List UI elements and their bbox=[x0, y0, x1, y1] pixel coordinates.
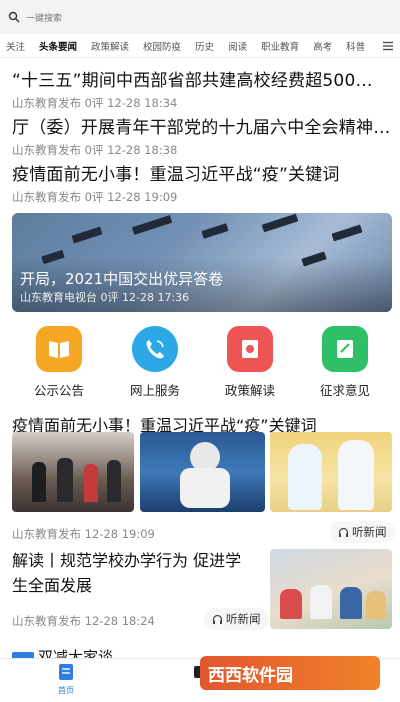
document-icon bbox=[227, 326, 273, 372]
search-bar[interactable]: 一键搜索 bbox=[0, 0, 400, 34]
feature-meta: 山东教育发布 12-28 19:09 bbox=[12, 527, 155, 541]
book-icon bbox=[36, 326, 82, 372]
tab-history[interactable]: 历史 bbox=[195, 39, 214, 53]
menu-icon[interactable] bbox=[382, 40, 394, 52]
feature-thumbnail[interactable] bbox=[12, 432, 134, 512]
news-item[interactable]: 疫情面前无小事！重温习近平战“疫”关键词 山东教育发布 0评 12-28 19:… bbox=[12, 160, 392, 205]
tab-follow[interactable]: 关注 bbox=[6, 39, 25, 53]
nav-home[interactable]: 首页 bbox=[53, 663, 79, 696]
graduation-cap-shape bbox=[71, 226, 103, 244]
graduation-cap-shape bbox=[201, 223, 229, 239]
nav-home-label: 首页 bbox=[58, 686, 74, 695]
tab-policy[interactable]: 政策解读 bbox=[91, 39, 129, 53]
search-icon bbox=[8, 11, 20, 23]
headphones-icon bbox=[212, 614, 223, 624]
search-input[interactable]: 一键搜索 bbox=[26, 11, 62, 24]
news-title: 厅（委）开展青年干部党的十九届六中全会精神… bbox=[12, 118, 391, 138]
news-item[interactable]: “十三五”期间中西部省部共建高校经费超500… 山东教育发布 0评 12-28 … bbox=[12, 66, 392, 111]
news-meta: 山东教育发布 0评 12-28 18:38 bbox=[12, 143, 178, 157]
feature-thumbnail[interactable] bbox=[270, 432, 392, 512]
category-tabs: 关注 头条要闻 政策解读 校园防疫 历史 阅读 职业教育 高考 科普 bbox=[0, 34, 400, 58]
tab-gaokao[interactable]: 高考 bbox=[313, 39, 332, 53]
featured-banner[interactable]: 开局，2021中国交出优异答卷 山东教育电视台 0评 12-28 17:36 bbox=[12, 213, 392, 312]
headphones-icon bbox=[338, 527, 349, 537]
quick-link-label: 公示公告 bbox=[33, 383, 84, 398]
listen-news-button[interactable]: 听新闻 bbox=[330, 521, 395, 543]
listen-label: 听新闻 bbox=[226, 612, 261, 626]
quick-link-label: 征求意见 bbox=[319, 383, 370, 398]
graduation-cap-shape bbox=[331, 224, 363, 242]
news-title: 疫情面前无小事！重温习近平战“疫”关键词 bbox=[12, 165, 340, 185]
tab-campus-epidemic[interactable]: 校园防疫 bbox=[143, 39, 181, 53]
phone-icon bbox=[132, 326, 178, 372]
site-watermark: 西西软件园 bbox=[200, 656, 380, 690]
banner-title: 开局，2021中国交出优异答卷 bbox=[20, 270, 224, 288]
quick-link-label: 政策解读 bbox=[224, 383, 275, 398]
quick-link-feedback[interactable]: 征求意见 bbox=[300, 326, 390, 399]
tab-headlines[interactable]: 头条要闻 bbox=[39, 39, 77, 53]
listen-label: 听新闻 bbox=[352, 525, 387, 539]
tab-science[interactable]: 科普 bbox=[346, 39, 365, 53]
graduation-cap-shape bbox=[131, 215, 173, 235]
watermark-text: 西西软件园 bbox=[208, 665, 293, 686]
quick-link-policy[interactable]: 政策解读 bbox=[205, 326, 295, 399]
quick-link-announcements[interactable]: 公示公告 bbox=[14, 326, 104, 399]
news-meta: 山东教育发布 0评 12-28 19:09 bbox=[12, 190, 178, 204]
banner-meta: 山东教育电视台 0评 12-28 17:36 bbox=[20, 291, 190, 304]
news-title: “十三五”期间中西部省部共建高校经费超500… bbox=[12, 71, 373, 91]
story-thumbnail[interactable] bbox=[270, 549, 392, 629]
tab-reading[interactable]: 阅读 bbox=[228, 39, 247, 53]
feature-thumbnail[interactable] bbox=[140, 432, 265, 512]
home-icon bbox=[59, 664, 73, 680]
news-item[interactable]: 厅（委）开展青年干部党的十九届六中全会精神… 山东教育发布 0评 12-28 1… bbox=[12, 113, 392, 158]
story-meta: 山东教育发布 12-28 18:24 bbox=[12, 614, 155, 628]
edit-icon bbox=[322, 326, 368, 372]
quick-link-online-service[interactable]: 网上服务 bbox=[110, 326, 200, 399]
quick-link-label: 网上服务 bbox=[129, 383, 180, 398]
listen-news-button[interactable]: 听新闻 bbox=[204, 608, 269, 630]
story-title[interactable]: 解读丨规范学校办学行为 促进学生全面发展 bbox=[12, 548, 257, 598]
graduation-cap-shape bbox=[261, 213, 299, 233]
news-meta: 山东教育发布 0评 12-28 18:34 bbox=[12, 96, 178, 110]
tab-vocational[interactable]: 职业教育 bbox=[261, 39, 299, 53]
